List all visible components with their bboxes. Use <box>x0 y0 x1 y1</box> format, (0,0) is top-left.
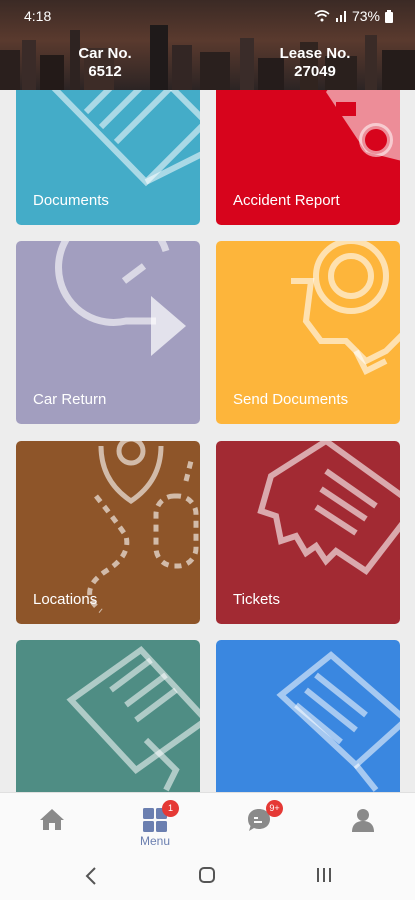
status-bar: 4:18 73% <box>0 6 415 26</box>
lease-number: Lease No. 27049 <box>270 45 360 81</box>
car-number-label: Car No. <box>78 45 132 62</box>
home-button-icon[interactable] <box>198 866 216 884</box>
car-number: Car No. 6512 <box>70 45 140 81</box>
tile-label-car-return: Car Return <box>33 391 107 408</box>
system-navigation-bar <box>0 854 415 900</box>
nav-home[interactable] <box>22 801 82 851</box>
lease-number-value: 27049 <box>294 63 336 80</box>
wifi-icon <box>314 10 330 22</box>
home-icon <box>40 809 64 830</box>
back-icon[interactable] <box>84 866 98 886</box>
bottom-navigation: Menu 1 9+ <box>0 792 415 854</box>
nav-menu-label: Menu <box>139 834 171 848</box>
chat-badge: 9+ <box>266 800 283 817</box>
recent-apps-icon[interactable] <box>315 866 333 884</box>
signal-icon <box>335 11 346 22</box>
tile-label-accident-report: Accident Report <box>233 192 340 209</box>
status-indicators: 73% <box>314 8 393 24</box>
tile-label-tickets: Tickets <box>233 591 280 608</box>
menu-badge: 1 <box>162 800 179 817</box>
battery-percent: 73% <box>351 8 380 24</box>
tile-locations[interactable]: Locations <box>16 441 200 624</box>
lease-number-label: Lease No. <box>279 45 351 62</box>
nav-chat[interactable]: 9+ <box>229 800 289 851</box>
tile-label-send-documents: Send Documents <box>233 391 349 408</box>
nav-menu[interactable]: Menu 1 <box>125 800 185 851</box>
car-number-value: 6512 <box>88 63 122 80</box>
battery-icon <box>385 9 393 23</box>
status-time: 4:18 <box>24 8 52 24</box>
app-header: 4:18 73% Car No. 6512 Lease No. 27049 <box>0 0 415 90</box>
tile-send-documents[interactable]: Send Documents <box>216 241 400 424</box>
tile-car-return[interactable]: Car Return <box>16 241 200 424</box>
nav-profile[interactable] <box>333 801 393 851</box>
tile-label-documents: Documents <box>33 192 109 209</box>
profile-icon <box>352 809 374 832</box>
tile-tickets[interactable]: Tickets <box>216 441 400 624</box>
tile-label-locations: Locations <box>33 591 98 608</box>
